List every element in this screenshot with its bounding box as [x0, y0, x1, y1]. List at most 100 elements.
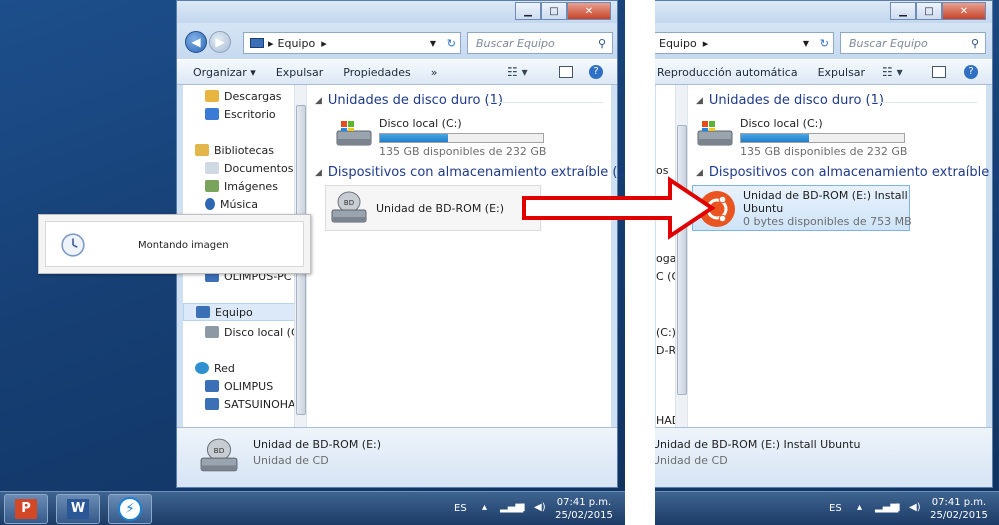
explorer-window-right: ▁ □ ✕ Equipo ▸ ▼ ↻ Buscar Equipo ⚲ Repro… — [655, 0, 999, 488]
nav-item-desktop[interactable]: Escritorio — [205, 105, 276, 123]
maximize-button[interactable]: □ — [916, 2, 942, 20]
preview-pane-icon[interactable] — [559, 66, 573, 78]
nav-scrollbar[interactable] — [675, 85, 687, 427]
group-title: Unidades de disco duro (1) — [708, 93, 884, 108]
drive-name-line1: Unidad de BD-ROM (E:) Install — [743, 189, 908, 202]
search-input[interactable]: Buscar Equipo ⚲ — [467, 32, 613, 54]
nav-item-images[interactable]: Imágenes — [205, 177, 278, 195]
search-icon[interactable]: ⚲ — [971, 37, 979, 50]
clock[interactable]: 07:41 p.m. 25/02/2015 — [550, 496, 618, 522]
address-dropdown-icon[interactable]: ▼ — [430, 39, 436, 48]
language-indicator[interactable]: ES — [454, 503, 467, 514]
bd-rom-item[interactable]: BD Unidad de BD-ROM (E:) — [325, 185, 541, 231]
clock-icon — [61, 233, 85, 257]
address-bar[interactable]: Equipo ▸ ▼ ↻ — [655, 32, 834, 54]
collapse-icon: ◢ — [315, 95, 322, 106]
nav-scroll-thumb[interactable] — [677, 125, 687, 395]
collapse-icon: ◢ — [315, 167, 322, 178]
details-title: Unidad de BD-ROM (E:) — [253, 438, 382, 451]
minimize-button[interactable]: ▁ — [890, 2, 916, 20]
details-pane: BD Unidad de BD-ROM (E:) Unidad de CD — [177, 427, 617, 487]
capacity-bar — [379, 133, 544, 143]
help-icon[interactable]: ? — [964, 65, 978, 79]
details-title: Unidad de BD-ROM (E:) Install Ubuntu — [655, 438, 861, 451]
view-options-icon[interactable]: ☷ ▾ — [507, 65, 528, 79]
nav-item-fragment[interactable]: (C:) — [656, 323, 676, 341]
properties-button[interactable]: Propiedades — [333, 66, 420, 79]
computer-icon — [205, 380, 219, 392]
downloads-icon — [205, 90, 219, 102]
nav-item-music[interactable]: Música — [205, 195, 258, 213]
group-divider — [487, 102, 603, 103]
powerpoint-glyph: P — [15, 499, 37, 519]
bd-rom-item-ubuntu[interactable]: Unidad de BD-ROM (E:) Install Ubuntu 0 b… — [692, 185, 912, 231]
refresh-icon[interactable]: ↻ — [447, 37, 456, 50]
tray-arrow-icon[interactable]: ▴ — [857, 502, 862, 513]
organize-button[interactable]: Organizar ▾ — [177, 66, 266, 79]
nav-item-local-disk[interactable]: Disco local (C:) — [205, 323, 306, 341]
command-bar: Organizar ▾ Expulsar Propiedades » ☷ ▾ ? — [177, 59, 617, 85]
autoplay-button[interactable]: Reproducción automática — [655, 66, 808, 79]
close-button[interactable]: ✕ — [942, 2, 986, 20]
power-iso-icon[interactable]: ⚡ — [108, 494, 152, 524]
main-pane: ◢ Unidades de disco duro (1) Disco local … — [307, 85, 625, 427]
tray-arrow-icon[interactable]: ▴ — [482, 502, 487, 513]
language-indicator[interactable]: ES — [829, 503, 842, 514]
nav-item-fragment[interactable]: D-R — [656, 341, 676, 359]
drive-name: Disco local (C:) — [740, 117, 823, 130]
nav-item-libraries[interactable]: Bibliotecas — [195, 141, 274, 159]
nav-item-olimpus[interactable]: OLIMPUS — [205, 377, 273, 395]
help-icon[interactable]: ? — [589, 65, 603, 79]
nav-item-network[interactable]: Red — [195, 359, 235, 377]
local-disk-item[interactable]: Disco local (C:) 135 GB disponibles de 2… — [335, 117, 546, 159]
address-row: ◀ ▶ ▸ Equipo ▸ ▼ ↻ Buscar Equipo ⚲ — [177, 23, 617, 59]
minimize-button[interactable]: ▁ — [515, 2, 541, 20]
drive-free-space: 0 bytes disponibles de 753 MB — [743, 215, 912, 228]
eject-button[interactable]: Expulsar — [266, 66, 333, 79]
nav-item-satsuinohad[interactable]: SATSUINOHAD — [205, 395, 304, 413]
search-input[interactable]: Buscar Equipo ⚲ — [840, 32, 986, 54]
clock[interactable]: 07:41 p.m. 25/02/2015 — [925, 496, 993, 522]
battery-icon[interactable]: ▮ — [520, 502, 526, 513]
clock-date: 25/02/2015 — [930, 510, 988, 521]
volume-icon[interactable]: ◀) — [534, 502, 546, 513]
address-dropdown-icon[interactable]: ▼ — [803, 39, 809, 48]
more-button[interactable]: » — [421, 66, 448, 79]
forward-button[interactable]: ▶ — [209, 31, 231, 53]
word-icon[interactable]: W — [56, 494, 100, 524]
group-hard-drives[interactable]: ◢ Unidades de disco duro (1) — [696, 93, 884, 108]
close-button[interactable]: ✕ — [567, 2, 611, 20]
clock-time: 07:41 p.m. — [556, 497, 612, 508]
main-pane: ◢ Unidades de disco duro (1) Disco local … — [688, 85, 999, 427]
drive-name-line2: Ubuntu — [743, 202, 784, 215]
local-disk-item[interactable]: Disco local (C:) 135 GB disponibles de 2… — [696, 117, 907, 159]
svg-text:BD: BD — [214, 446, 225, 455]
back-button[interactable]: ◀ — [185, 31, 207, 53]
preview-pane-icon[interactable] — [932, 66, 946, 78]
eject-button[interactable]: Expulsar — [808, 66, 875, 79]
volume-icon[interactable]: ◀) — [909, 502, 921, 513]
nav-item-computer[interactable]: Equipo — [183, 303, 306, 321]
battery-icon[interactable]: ▮ — [895, 502, 901, 513]
address-bar[interactable]: ▸ Equipo ▸ ▼ ↻ — [243, 32, 461, 54]
nav-item-documents[interactable]: Documentos — [205, 159, 293, 177]
view-options-icon[interactable]: ☷ ▾ — [882, 65, 903, 79]
desktop-right: ▁ □ ✕ Equipo ▸ ▼ ↻ Buscar Equipo ⚲ Repro… — [655, 0, 999, 525]
bd-drive-icon: BD — [331, 191, 367, 223]
nav-item-downloads[interactable]: Descargas — [205, 87, 282, 105]
collapse-icon: ◢ — [696, 95, 703, 106]
powerpoint-icon[interactable]: P — [4, 494, 48, 524]
nav-label: Equipo — [215, 305, 253, 319]
drive-free-space: 135 GB disponibles de 232 GB — [740, 145, 908, 158]
breadcrumb-equipo[interactable]: Equipo — [659, 37, 697, 50]
windows-drive-icon — [697, 121, 733, 146]
group-hard-drives[interactable]: ◢ Unidades de disco duro (1) — [315, 93, 503, 108]
breadcrumb-equipo[interactable]: Equipo — [278, 37, 316, 50]
nav-label: Escritorio — [224, 107, 276, 121]
group-removable[interactable]: ◢ Dispositivos con almacenamiento extraíb… — [696, 165, 999, 180]
maximize-button[interactable]: □ — [541, 2, 567, 20]
search-icon[interactable]: ⚲ — [598, 37, 606, 50]
nav-item-fragment[interactable]: oga — [656, 249, 676, 267]
refresh-icon[interactable]: ↻ — [820, 37, 829, 50]
clock-date: 25/02/2015 — [555, 510, 613, 521]
